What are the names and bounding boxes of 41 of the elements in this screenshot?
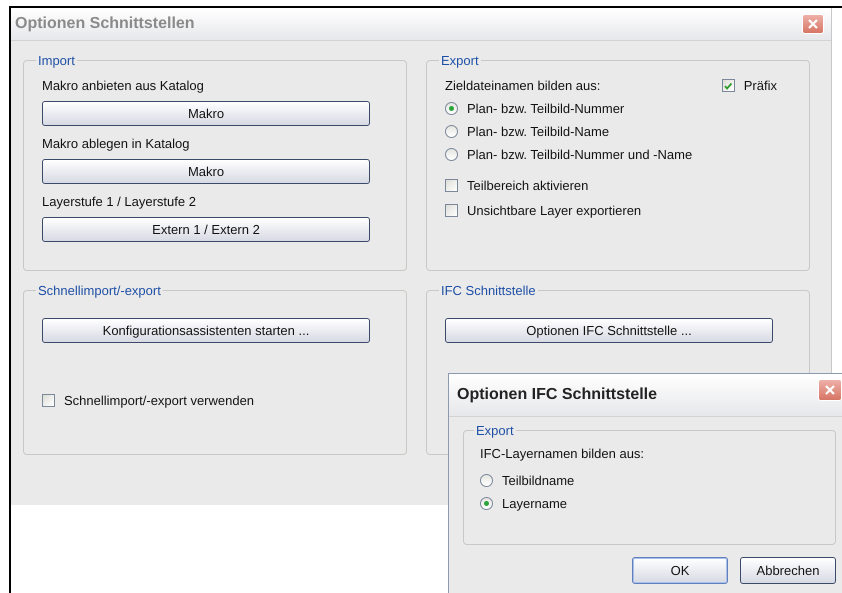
option-label: Plan- bzw. Teilbild-Nummer und -Name [467,147,692,162]
group-title: Import [37,53,76,68]
option-label: Teilbildname [502,473,574,488]
option-label: Plan- bzw. Teilbild-Name [467,124,610,139]
close-button[interactable] [818,379,842,401]
wizard-button[interactable]: Konfigurationsassistenten starten ... [42,318,370,343]
option-label: Layername [502,496,568,511]
close-icon [807,18,819,30]
radio-button[interactable] [445,102,458,115]
checkbox-label: Schnellimport/-export verwenden [64,393,254,408]
options-button[interactable]: Optionen IFC Schnittstelle ... [445,318,773,343]
window-title: Optionen Schnittstellen [15,15,195,33]
group-title: IFC Schnittstelle [440,283,537,298]
option-label: Plan- bzw. Teilbild-Nummer [467,101,624,116]
checkbox-label: Präfix [744,78,777,93]
field-label: Layerstufe 1 / Layerstufe 2 [42,194,197,209]
checkbox[interactable] [42,394,55,407]
group-title: Export [475,423,515,438]
radio-button[interactable] [480,497,493,510]
window-title: Optionen IFC Schnittstelle [457,386,658,404]
field-label: Makro anbieten aus Katalog [42,78,205,93]
radio-button[interactable] [445,148,458,161]
radio-button[interactable] [480,474,493,487]
cancel-button[interactable]: Abbrechen [740,557,836,584]
close-icon [824,384,836,396]
catalog-button[interactable]: Extern 1 / Extern 2 [42,217,370,242]
ok-button[interactable]: OK [632,557,728,584]
catalog-button[interactable]: Makro [42,101,370,126]
field-label: Makro ablegen in Katalog [42,136,190,151]
prompt-label: Zieldateinamen bilden aus: [445,78,600,93]
group-title: Schnellimport/-export [37,283,162,298]
checkbox-label: Teilbereich aktivieren [467,178,588,193]
prompt-label: IFC-Layernamen bilden aus: [480,446,646,461]
group-title: Export [440,53,480,68]
checkbox-label: Unsichtbare Layer exportieren [467,203,642,218]
catalog-button[interactable]: Makro [42,159,370,184]
checkbox[interactable] [445,204,458,217]
checkbox[interactable] [722,79,735,92]
checkbox[interactable] [445,179,458,192]
close-button[interactable] [802,14,824,34]
radio-button[interactable] [445,125,458,138]
